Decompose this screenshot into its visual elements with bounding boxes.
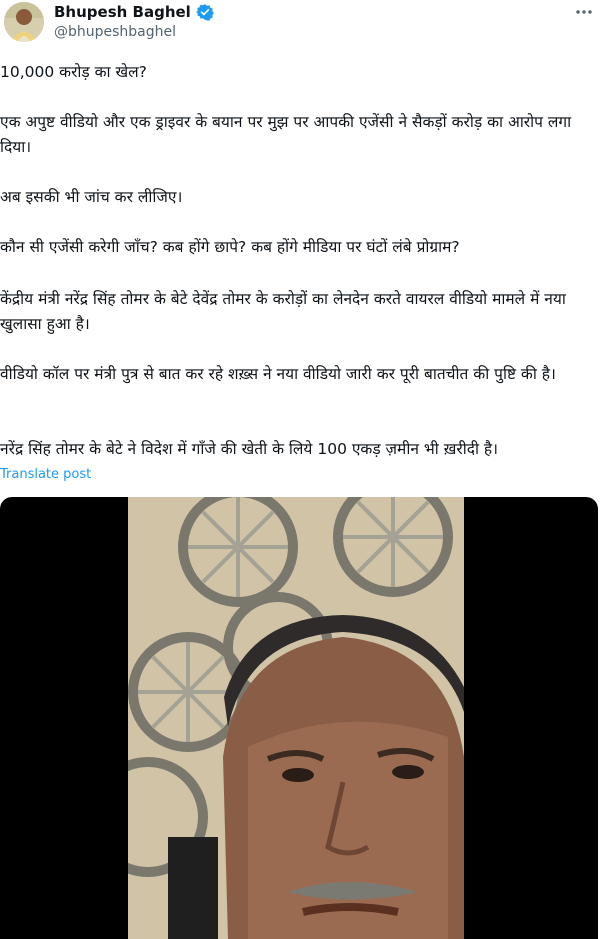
tweet-paragraph: अब इसकी भी जांच कर लीजिए। (0, 188, 183, 206)
verified-badge-icon (195, 3, 214, 21)
tweet-paragraph: 10,000 करोड़ का खेल? (0, 63, 147, 81)
author-name[interactable]: Bhupesh Baghel (54, 3, 191, 21)
author-name-row: Bhupesh Baghel (54, 3, 214, 21)
tweet-paragraph: एक अपुष्ट वीडियो और एक ड्राइवर के बयान प… (0, 113, 572, 156)
tweet-paragraph: नरेंद्र सिंह तोमर के बेटे ने विदेश में ग… (0, 440, 499, 458)
avatar[interactable] (4, 2, 44, 42)
author-handle[interactable]: @bhupeshbaghel (54, 24, 176, 40)
tweet-paragraph: कौन सी एजेंसी करेगी जाँच? कब होंगे छापे?… (0, 238, 460, 256)
tweet-header: Bhupesh Baghel @bhupeshbaghel (0, 0, 616, 52)
tweet-paragraph: वीडियो कॉल पर मंत्री पुत्र से बात कर रहे… (0, 365, 556, 383)
video-frame (128, 497, 464, 939)
more-options-icon[interactable] (574, 2, 594, 22)
tweet-paragraph: केंद्रीय मंत्री नरेंद्र सिंह तोमर के बेट… (0, 290, 566, 333)
video-player[interactable] (0, 497, 598, 939)
translate-post-link[interactable]: Translate post (0, 467, 91, 482)
